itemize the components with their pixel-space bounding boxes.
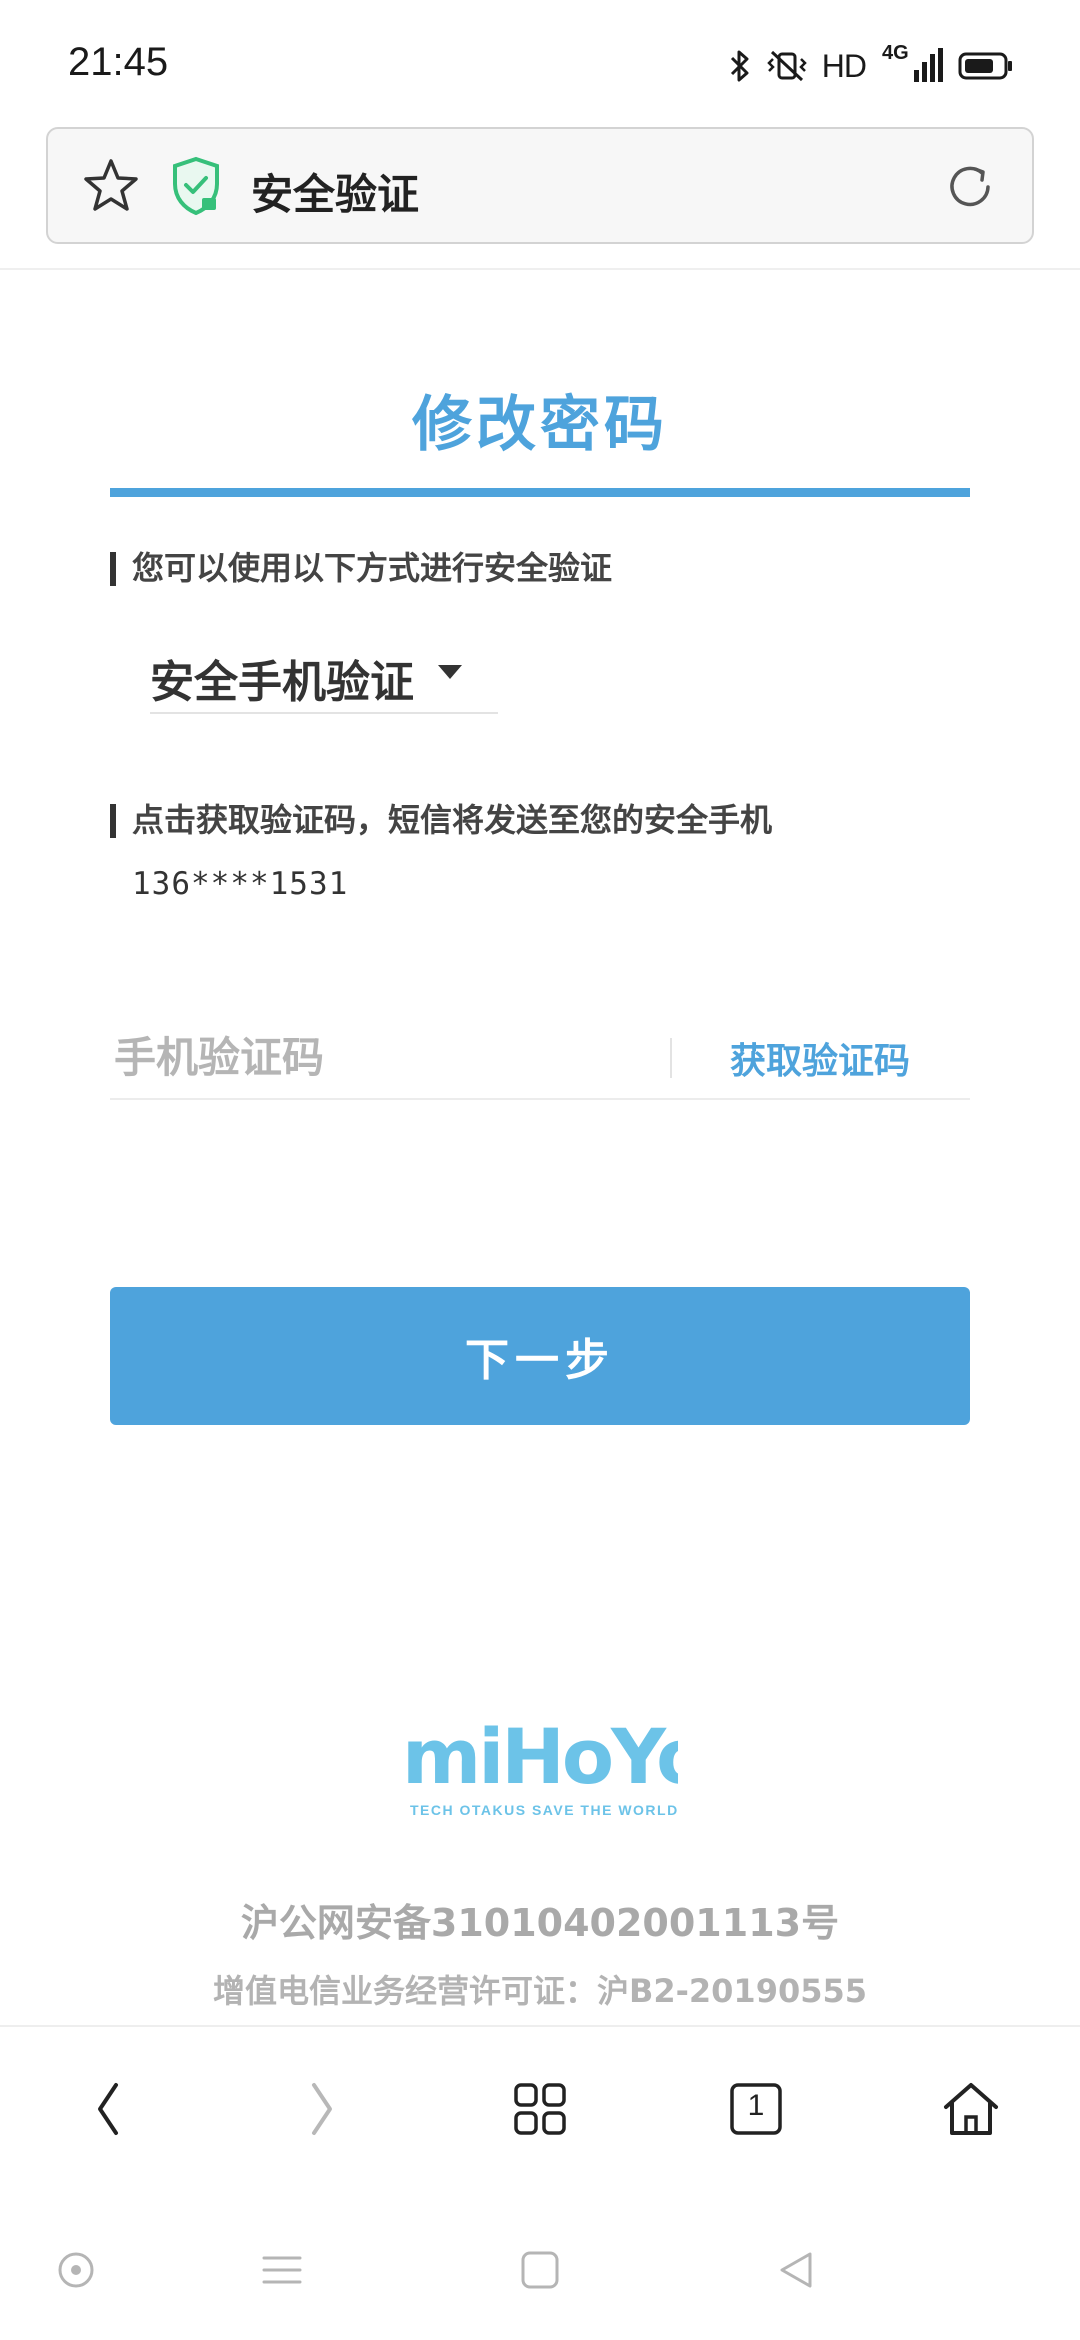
system-navigation-bar [0,2210,1080,2340]
next-step-button[interactable]: 下一步 [110,1287,970,1425]
mihoyo-logo: miHoYo TECH OTAKUS SAVE THE WORLD [402,1712,708,1829]
address-bar[interactable]: 安全验证 [46,127,1034,244]
telecom-license: 增值电信业务经营许可证：沪B2-20190555 [212,1972,868,2010]
logo-wordmark: miHoYo [402,1715,678,1801]
page-title: 修改密码 [412,390,668,460]
reload-icon[interactable] [942,159,998,219]
tabs-icon[interactable]: 1 [726,2079,786,2143]
hd-indicator: HD [821,47,867,84]
back-triangle-icon[interactable] [776,2250,816,2294]
vibrate-icon [766,49,808,83]
address-divider [0,268,1080,270]
get-code-button[interactable]: 获取验证码 [730,1030,970,1086]
caret-down-icon [437,664,463,684]
verification-method-select[interactable]: 安全手机验证 [150,642,498,714]
browser-toolbar: 1 [0,2025,1080,2195]
method-selected-value: 安全手机验证 [150,657,414,708]
status-time: 21:45 [68,40,169,84]
tab-count: 1 [747,2089,765,2122]
masked-phone-number: 136****1531 [132,866,349,902]
menu-grid-icon[interactable] [510,2079,570,2143]
home-icon[interactable] [940,2079,1002,2143]
star-icon[interactable] [82,157,140,219]
code-row: 获取验证码 [110,1022,970,1100]
bluetooth-icon [728,49,752,83]
status-bar: 21:45 HD 4G [0,0,1080,120]
title-underline [110,488,970,497]
status-icons: HD 4G [728,42,1014,88]
menu-icon[interactable] [262,2250,302,2294]
verification-method-label: 您可以使用以下方式进行安全验证 [110,550,612,586]
sms-code-input[interactable] [110,1022,670,1092]
code-separator [670,1038,672,1078]
shield-icon [170,156,222,220]
assistant-icon[interactable] [56,2250,96,2294]
icp-record: 沪公网安备31010402001113号 [240,1901,840,1945]
back-icon[interactable] [88,2079,128,2143]
signal-icon: 4G [880,42,944,86]
forward-icon[interactable] [302,2079,342,2143]
logo-tagline: TECH OTAKUS SAVE THE WORLD [410,1802,678,1818]
page-address-title: 安全验证 [251,170,420,219]
battery-icon [958,51,1014,81]
sms-hint-label: 点击获取验证码，短信将发送至您的安全手机 [110,802,772,838]
home-square-icon[interactable] [520,2250,560,2294]
